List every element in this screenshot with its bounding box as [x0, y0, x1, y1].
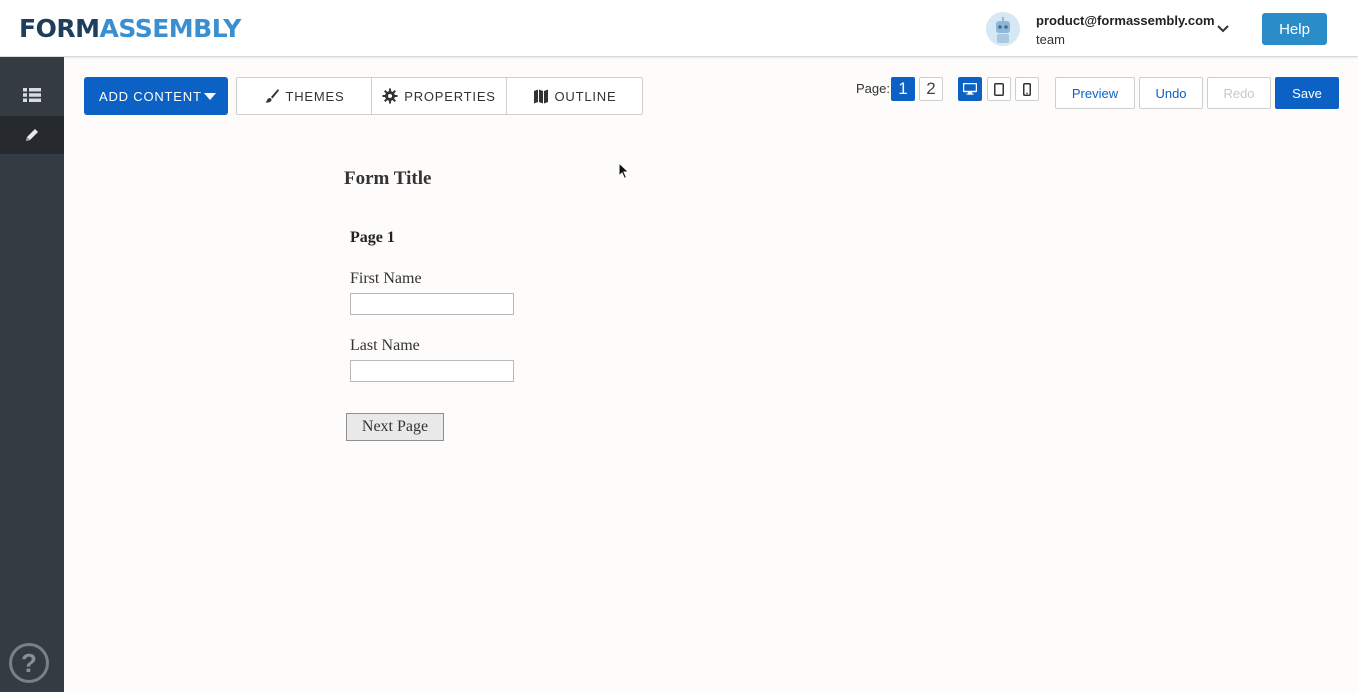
map-icon	[533, 89, 548, 104]
mobile-view-button[interactable]	[1015, 77, 1039, 101]
tab-themes-label: THEMES	[285, 88, 345, 104]
page-2-button[interactable]: 2	[919, 77, 943, 101]
top-header: FORMASSEMBLY product@formassembly.com te…	[0, 0, 1358, 57]
list-icon	[23, 88, 41, 102]
help-button[interactable]: Help	[1262, 13, 1327, 45]
desktop-icon	[963, 83, 977, 95]
page-heading[interactable]: Page 1	[350, 229, 395, 247]
help-circle-icon[interactable]: ?	[9, 643, 49, 683]
tab-outline-label: OUTLINE	[554, 88, 617, 104]
tablet-icon	[994, 82, 1004, 96]
logo-assembly-text: ASSEMBLY	[99, 14, 241, 43]
user-team: team	[1036, 32, 1065, 47]
logo-form-text: FORM	[19, 14, 100, 43]
save-button[interactable]: Save	[1275, 77, 1339, 109]
first-name-label[interactable]: First Name	[350, 270, 422, 288]
tab-themes[interactable]: THEMES	[237, 78, 372, 114]
chevron-down-icon[interactable]	[1214, 20, 1232, 38]
page-label: Page:	[856, 81, 890, 96]
editor-tabs: THEMES PROPERTIES OUTLINE	[236, 77, 643, 115]
first-name-field[interactable]	[350, 293, 514, 315]
paintbrush-icon	[265, 89, 279, 103]
last-name-label[interactable]: Last Name	[350, 337, 420, 355]
mobile-icon	[1023, 82, 1031, 96]
page-1-button[interactable]: 1	[891, 77, 915, 101]
tab-properties-label: PROPERTIES	[404, 88, 496, 104]
add-content-button[interactable]: ADD CONTENT	[84, 77, 228, 115]
robot-avatar-icon	[986, 12, 1020, 46]
desktop-view-button[interactable]	[958, 77, 982, 101]
undo-button[interactable]: Undo	[1139, 77, 1203, 109]
caret-down-icon	[204, 93, 216, 100]
last-name-field[interactable]	[350, 360, 514, 382]
sidebar-item-edit[interactable]	[0, 116, 64, 154]
add-content-label: ADD CONTENT	[99, 88, 202, 104]
tab-outline[interactable]: OUTLINE	[507, 78, 642, 114]
sidebar-item-forms[interactable]	[0, 76, 64, 114]
avatar[interactable]	[986, 12, 1020, 46]
next-page-button[interactable]: Next Page	[346, 413, 444, 441]
formassembly-logo[interactable]: FORMASSEMBLY	[19, 14, 241, 44]
tablet-view-button[interactable]	[987, 77, 1011, 101]
gear-icon	[382, 88, 398, 104]
redo-button[interactable]: Redo	[1207, 77, 1271, 109]
user-email[interactable]: product@formassembly.com	[1036, 13, 1215, 28]
mouse-cursor-icon	[618, 161, 630, 180]
preview-button[interactable]: Preview	[1055, 77, 1135, 109]
form-title[interactable]: Form Title	[344, 168, 431, 190]
pencil-icon	[26, 129, 38, 141]
tab-properties[interactable]: PROPERTIES	[372, 78, 507, 114]
sidebar: ?	[0, 57, 64, 692]
